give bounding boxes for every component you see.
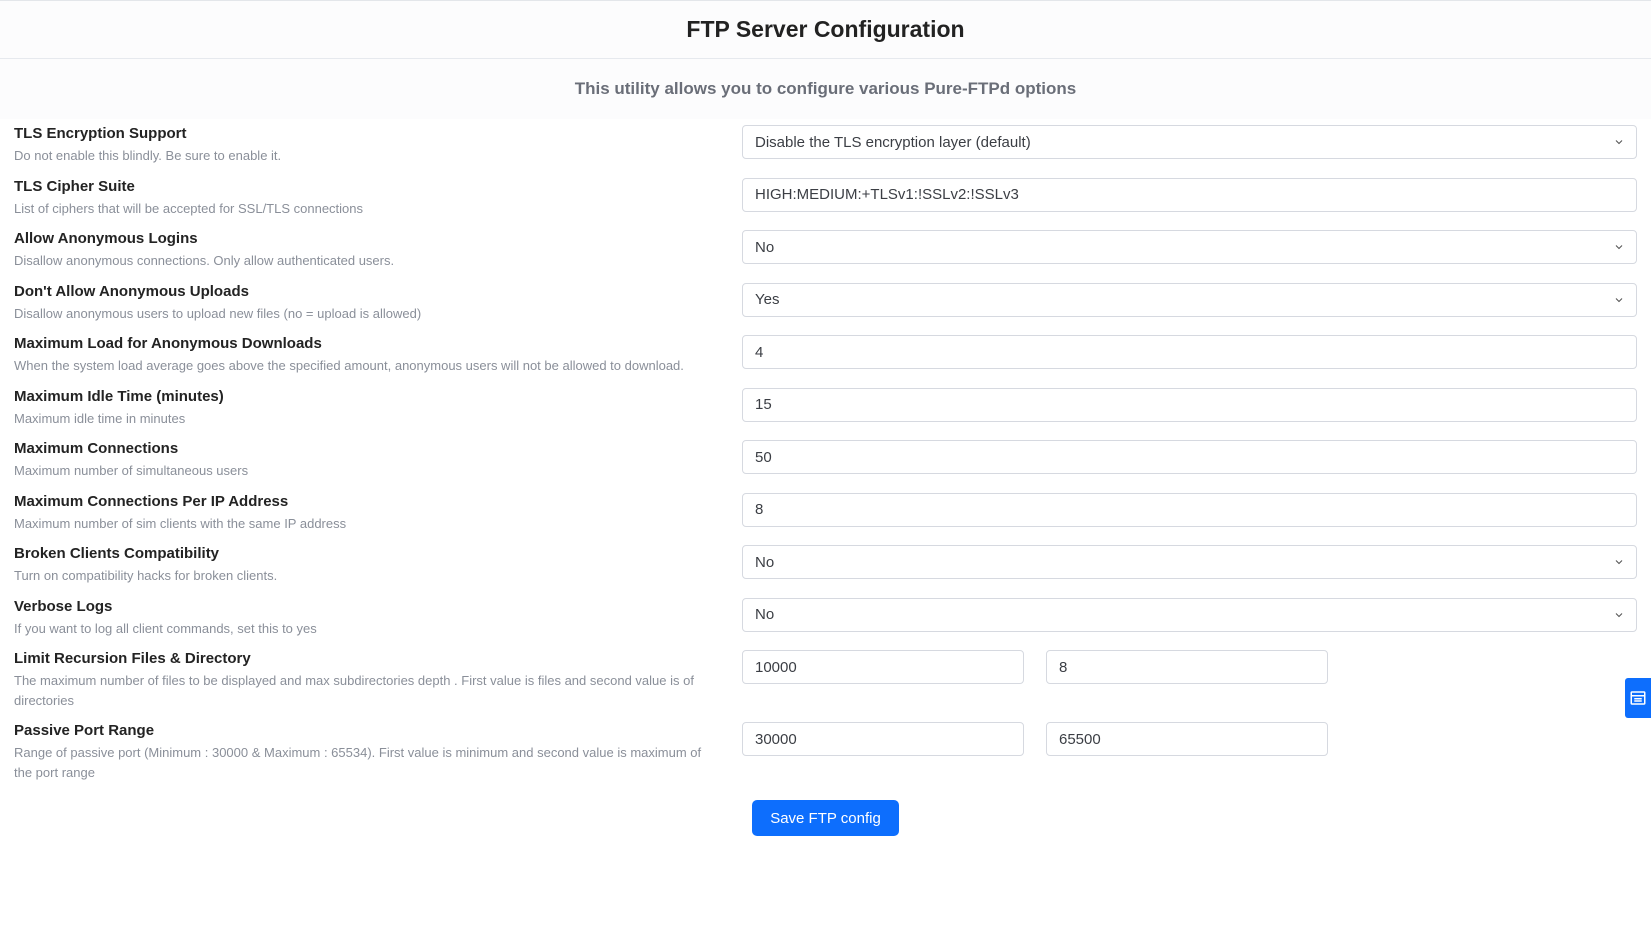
row-passive-port: Passive Port Range Range of passive port… xyxy=(14,716,1637,788)
verbose-select[interactable]: No xyxy=(742,598,1637,632)
max-conn-ip-desc: Maximum number of sim clients with the s… xyxy=(14,514,722,534)
tls-support-label: TLS Encryption Support xyxy=(14,125,722,142)
row-anon-upload: Don't Allow Anonymous Uploads Disallow a… xyxy=(14,277,1637,330)
ftp-config-page: FTP Server Configuration This utility al… xyxy=(0,0,1651,856)
idle-desc: Maximum idle time in minutes xyxy=(14,409,722,429)
idle-label: Maximum Idle Time (minutes) xyxy=(14,388,722,405)
row-broken-compat: Broken Clients Compatibility Turn on com… xyxy=(14,539,1637,592)
verbose-label: Verbose Logs xyxy=(14,598,722,615)
anon-upload-select[interactable]: Yes xyxy=(742,283,1637,317)
broken-select[interactable]: No xyxy=(742,545,1637,579)
anon-load-input[interactable] xyxy=(742,335,1637,369)
row-recursion: Limit Recursion Files & Directory The ma… xyxy=(14,644,1637,716)
max-conn-desc: Maximum number of simultaneous users xyxy=(14,461,722,481)
anon-upload-desc: Disallow anonymous users to upload new f… xyxy=(14,304,722,324)
broken-label: Broken Clients Compatibility xyxy=(14,545,722,562)
recursion-files-input[interactable] xyxy=(742,650,1024,684)
anon-login-desc: Disallow anonymous connections. Only all… xyxy=(14,251,722,271)
row-anon-load: Maximum Load for Anonymous Downloads Whe… xyxy=(14,329,1637,382)
max-conn-ip-input[interactable] xyxy=(742,493,1637,527)
tls-cipher-label: TLS Cipher Suite xyxy=(14,178,722,195)
row-verbose-logs: Verbose Logs If you want to log all clie… xyxy=(14,592,1637,645)
row-tls-cipher: TLS Cipher Suite List of ciphers that wi… xyxy=(14,172,1637,225)
anon-load-desc: When the system load average goes above … xyxy=(14,356,722,376)
recursion-dirs-input[interactable] xyxy=(1046,650,1328,684)
tls-cipher-desc: List of ciphers that will be accepted fo… xyxy=(14,199,722,219)
passive-label: Passive Port Range xyxy=(14,722,722,739)
recursion-label: Limit Recursion Files & Directory xyxy=(14,650,722,667)
row-idle-time: Maximum Idle Time (minutes) Maximum idle… xyxy=(14,382,1637,435)
form-area: TLS Encryption Support Do not enable thi… xyxy=(0,119,1651,856)
save-button[interactable]: Save FTP config xyxy=(752,800,899,836)
broken-desc: Turn on compatibility hacks for broken c… xyxy=(14,566,722,586)
tls-support-select[interactable]: Disable the TLS encryption layer (defaul… xyxy=(742,125,1637,159)
row-anon-login: Allow Anonymous Logins Disallow anonymou… xyxy=(14,224,1637,277)
anon-load-label: Maximum Load for Anonymous Downloads xyxy=(14,335,722,352)
max-conn-ip-label: Maximum Connections Per IP Address xyxy=(14,493,722,510)
passive-max-input[interactable] xyxy=(1046,722,1328,756)
row-max-conn-ip: Maximum Connections Per IP Address Maxim… xyxy=(14,487,1637,540)
anon-login-select[interactable]: No xyxy=(742,230,1637,264)
max-conn-label: Maximum Connections xyxy=(14,440,722,457)
page-title: FTP Server Configuration xyxy=(0,1,1651,59)
idle-input[interactable] xyxy=(742,388,1637,422)
tls-cipher-input[interactable] xyxy=(742,178,1637,212)
passive-desc: Range of passive port (Minimum : 30000 &… xyxy=(14,743,722,782)
side-quick-panel-button[interactable] xyxy=(1625,678,1651,718)
max-conn-input[interactable] xyxy=(742,440,1637,474)
page-subtitle: This utility allows you to configure var… xyxy=(0,59,1651,119)
anon-login-label: Allow Anonymous Logins xyxy=(14,230,722,247)
row-tls-support: TLS Encryption Support Do not enable thi… xyxy=(14,119,1637,172)
row-max-conn: Maximum Connections Maximum number of si… xyxy=(14,434,1637,487)
tls-support-desc: Do not enable this blindly. Be sure to e… xyxy=(14,146,722,166)
anon-upload-label: Don't Allow Anonymous Uploads xyxy=(14,283,722,300)
passive-min-input[interactable] xyxy=(742,722,1024,756)
verbose-desc: If you want to log all client commands, … xyxy=(14,619,722,639)
recursion-desc: The maximum number of files to be displa… xyxy=(14,671,722,710)
panel-icon xyxy=(1629,689,1647,707)
button-row: Save FTP config xyxy=(14,788,1637,836)
